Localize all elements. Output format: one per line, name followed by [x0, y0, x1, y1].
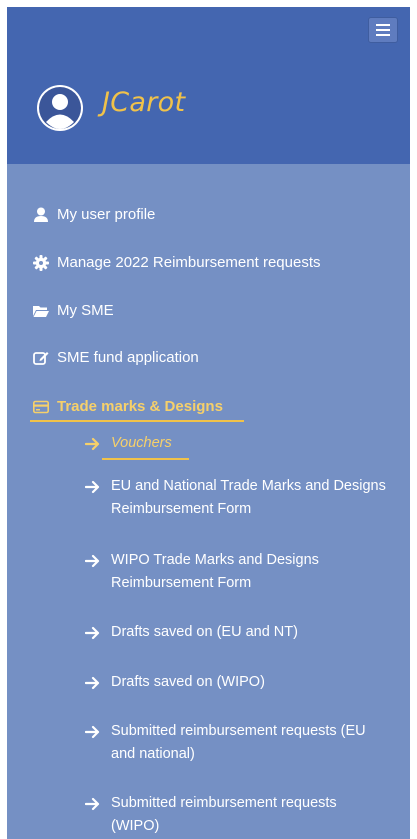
arrow-right-icon — [84, 724, 101, 739]
submenu-item-label: Submitted reimbursement requests (EU and… — [111, 723, 366, 762]
hamburger-menu-button[interactable] — [368, 17, 398, 43]
arrow-right-icon — [84, 436, 101, 451]
menu-item-my-user-profile[interactable]: My user profile — [33, 206, 155, 223]
arrow-right-icon — [84, 479, 101, 494]
user-avatar-icon — [39, 87, 81, 129]
gear-icon — [33, 254, 49, 271]
hamburger-icon — [376, 24, 390, 36]
submenu-item-label: Drafts saved on (EU and NT) — [111, 624, 298, 640]
menu-item-my-sme[interactable]: My SME — [33, 302, 114, 319]
menu-item-label: SME fund application — [57, 349, 199, 366]
menu-item-label: My SME — [57, 302, 114, 319]
arrow-right-icon — [84, 675, 101, 690]
username[interactable]: JCarot — [102, 87, 185, 118]
sidebar-panel: JCarot My user profile Manage 2022 Reimb… — [7, 7, 410, 839]
menu-item-label: Trade marks & Designs — [57, 398, 223, 415]
menu-item-sme-fund-application[interactable]: SME fund application — [33, 349, 199, 366]
edit-icon — [33, 350, 49, 366]
submenu-item-label: Drafts saved on (WIPO) — [111, 674, 265, 690]
arrow-right-icon — [84, 553, 101, 568]
menu-item-label: My user profile — [57, 206, 156, 223]
menu-item-manage-reimbursement[interactable]: Manage 2022 Reimbursement requests — [33, 254, 320, 271]
active-subitem-underline — [102, 458, 189, 460]
user-icon — [33, 207, 49, 223]
menu-item-trade-marks-designs[interactable]: Trade marks & Designs — [33, 398, 223, 415]
arrow-right-icon — [84, 796, 101, 811]
submenu-item-label: Vouchers — [111, 435, 172, 451]
submenu-item-label: EU and National Trade Marks and Designs … — [111, 478, 386, 517]
menu-item-label: Manage 2022 Reimbursement requests — [57, 254, 321, 271]
avatar[interactable] — [37, 85, 83, 131]
submenu-item-label: WIPO Trade Marks and Designs Reimburseme… — [111, 552, 319, 591]
folder-open-icon — [33, 303, 49, 319]
active-item-underline — [30, 420, 244, 422]
arrow-right-icon — [84, 625, 101, 640]
submenu-item-label: Submitted reimbursement requests (WIPO) — [111, 795, 337, 834]
sidebar-header: JCarot — [7, 7, 410, 164]
credit-card-icon — [33, 399, 49, 415]
